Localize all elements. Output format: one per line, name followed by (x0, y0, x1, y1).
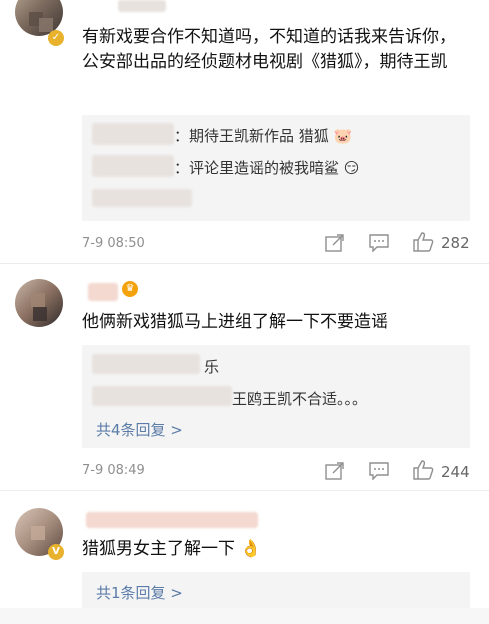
reply-box[interactable]: 乐 王鸥王凯不合适。。。 共4条回复 > (82, 345, 470, 448)
like-count: 282 (441, 234, 470, 252)
avatar[interactable] (15, 279, 63, 327)
reply-box[interactable]: ：期待王凯新作品 猎狐 🐷 ：评论里造谣的被我暗鲨 😏 (82, 115, 470, 221)
more-replies-link[interactable]: 共1条回复 > (96, 582, 183, 603)
reply-line: 乐 (204, 358, 220, 376)
share-icon[interactable] (325, 462, 345, 480)
username-blurred[interactable] (86, 512, 258, 528)
comment-feed: ✓ 有新戏要合作不知道吗，不知道的话我来告诉你，公安部出品的经侦题材电视剧《猎狐… (0, 0, 489, 624)
like-icon[interactable] (412, 459, 434, 481)
pig-icon: 🐷 (333, 127, 353, 145)
smirk-icon: 😏 (343, 159, 360, 177)
comment-item: V 猎狐男女主了解一下 👌 共1条回复 > (0, 492, 489, 624)
comment-item: ✓ 有新戏要合作不知道吗，不知道的话我来告诉你，公安部出品的经侦题材电视剧《猎狐… (0, 0, 489, 263)
ok-hand-icon: 👌 (240, 539, 262, 559)
comment-icon[interactable] (369, 462, 389, 480)
more-replies-blurred[interactable] (92, 189, 192, 207)
reply-box[interactable]: 共1条回复 > (82, 572, 470, 608)
timestamp: 7-9 08:49 (82, 463, 145, 478)
reply-line: ：评论里造谣的被我暗鲨 😏 (174, 159, 360, 177)
comment-text: 猎狐男女主了解一下 👌 (82, 537, 472, 562)
reply-line: 王鸥王凯不合适。。。 (232, 390, 368, 408)
reply-username-blurred[interactable] (92, 354, 200, 374)
comment-text: 有新戏要合作不知道吗，不知道的话我来告诉你，公安部出品的经侦题材电视剧《猎狐》，… (82, 27, 456, 72)
divider (0, 490, 489, 491)
username-blurred[interactable] (88, 283, 118, 301)
share-icon[interactable] (325, 234, 345, 252)
verified-badge-icon: ✓ (48, 30, 64, 46)
username-blurred[interactable] (118, 0, 166, 12)
bottom-bar (0, 608, 489, 624)
like-icon[interactable] (412, 231, 434, 253)
verified-badge-icon: V (48, 544, 64, 560)
reply-line: ：期待王凯新作品 猎狐 🐷 (174, 127, 353, 145)
timestamp: 7-9 08:50 (82, 236, 145, 251)
more-replies-link[interactable]: 共4条回复 > (96, 419, 183, 440)
divider (0, 263, 489, 264)
comment-text: 他俩新戏猎狐马上进组了解一下不要造谣 (82, 312, 388, 332)
vip-crown-icon: ♛ (122, 281, 138, 297)
comment-item: ♛ 他俩新戏猎狐马上进组了解一下不要造谣 乐 王鸥王凯不合适。。。 共4条回复 … (0, 265, 489, 490)
reply-username-blurred[interactable] (92, 155, 174, 177)
like-count: 244 (441, 463, 470, 481)
comment-icon[interactable] (369, 234, 389, 252)
reply-username-blurred[interactable] (92, 386, 232, 406)
reply-username-blurred[interactable] (92, 123, 174, 145)
